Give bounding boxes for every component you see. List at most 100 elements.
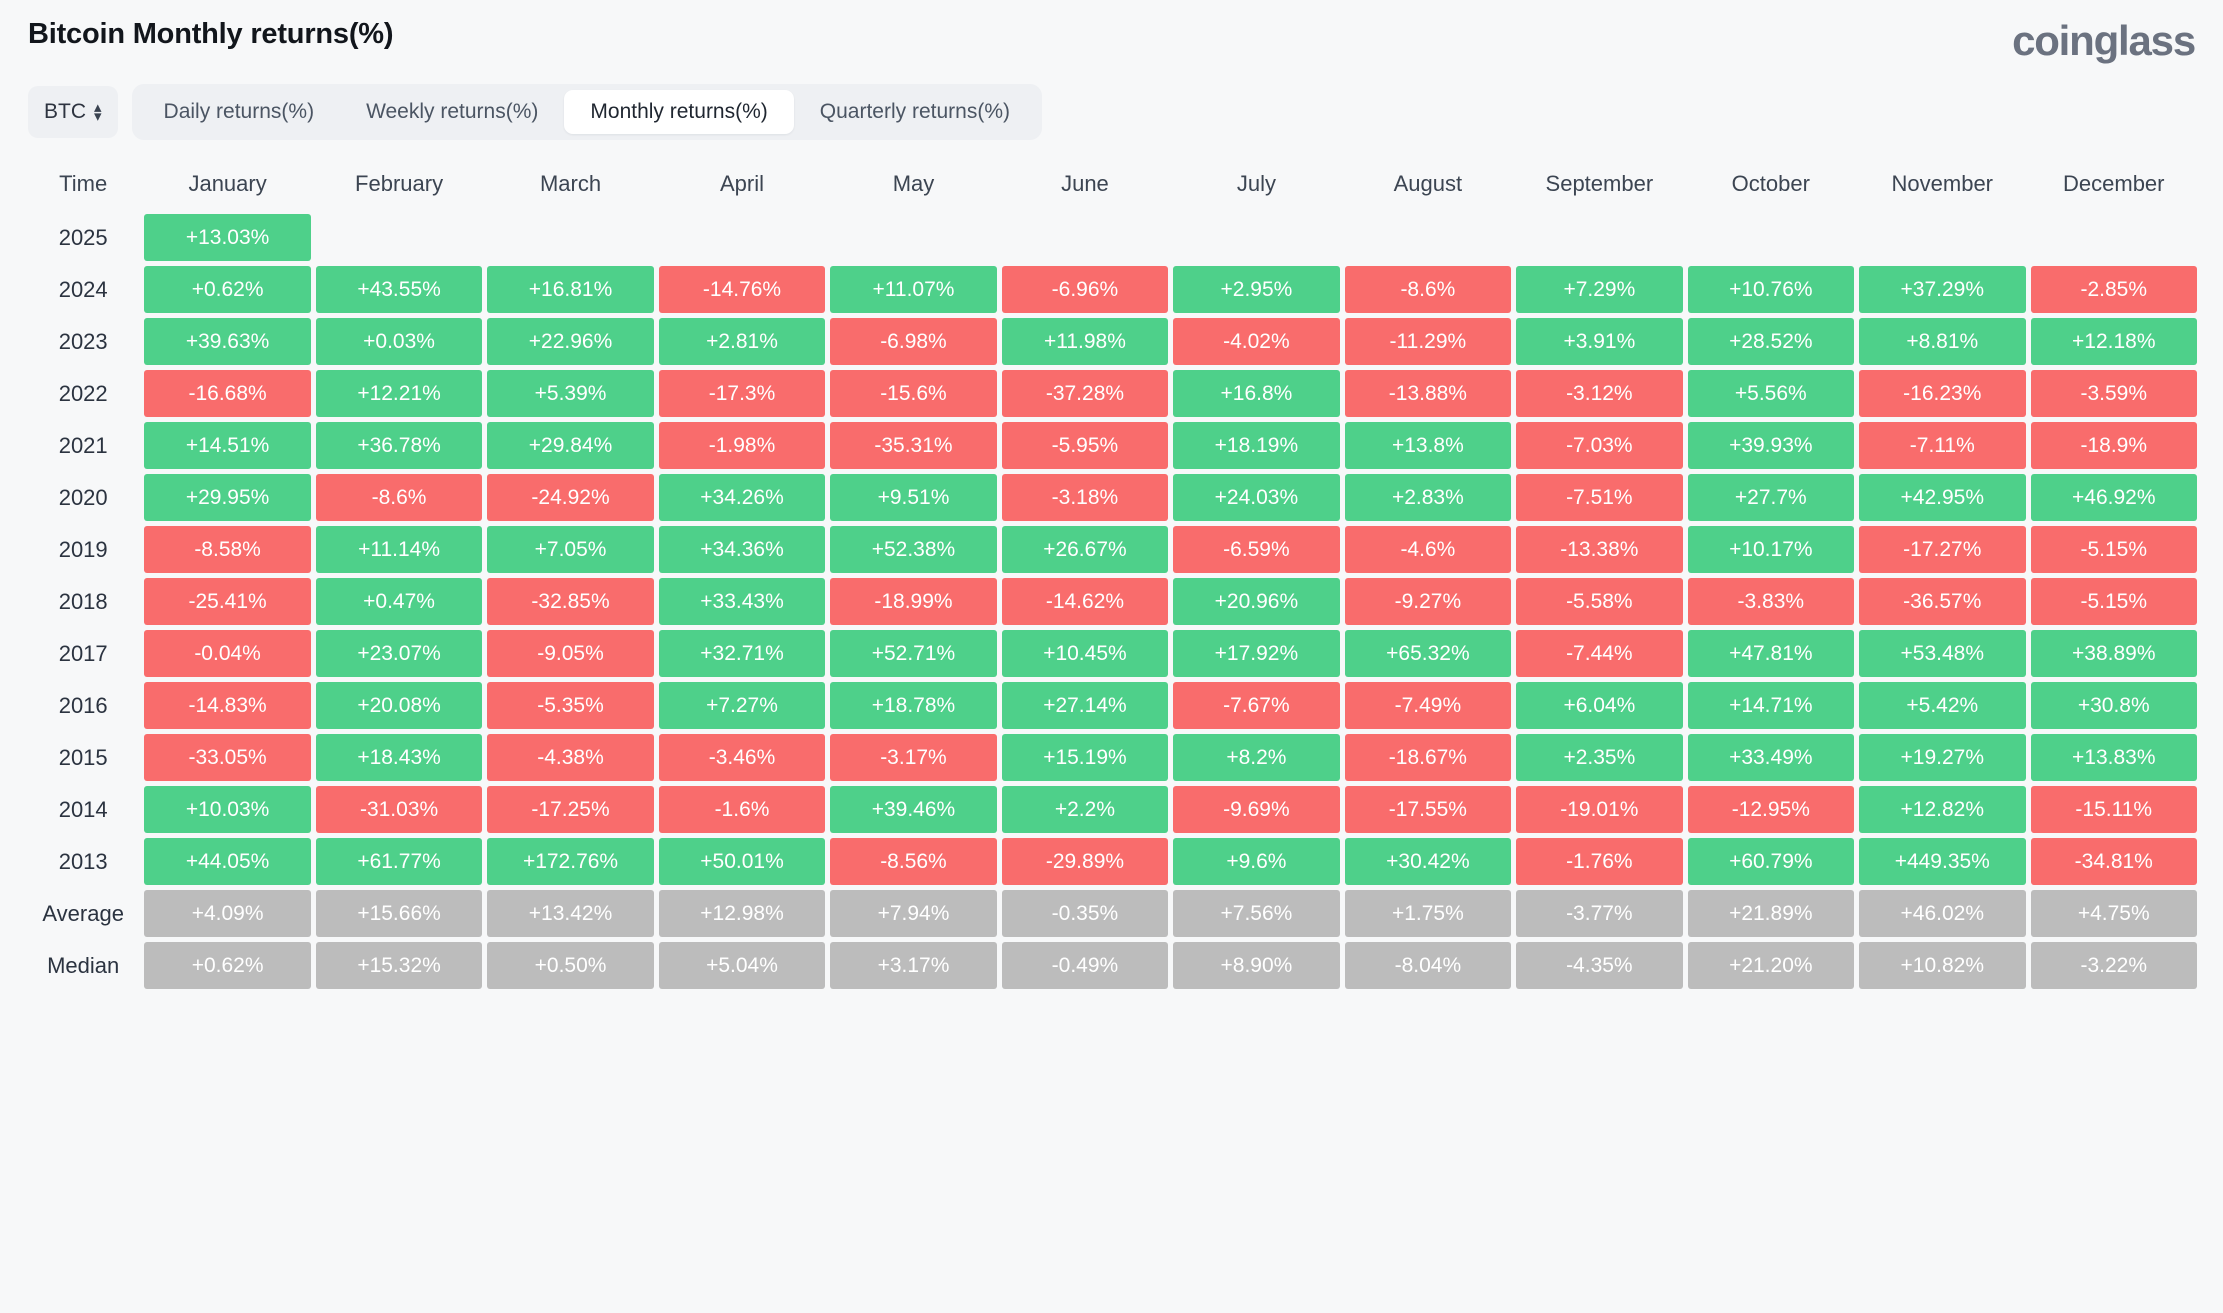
return-cell[interactable]: -8.6%: [315, 474, 483, 521]
return-cell[interactable]: +9.6%: [1173, 838, 1340, 885]
return-cell[interactable]: +1.75%: [1344, 890, 1512, 937]
return-cell[interactable]: +8.81%: [1859, 318, 2026, 365]
return-cell[interactable]: [1859, 214, 2025, 261]
return-cell[interactable]: -2.85%: [2030, 266, 2197, 313]
return-cell[interactable]: +19.27%: [1859, 734, 2026, 781]
return-cell[interactable]: +32.71%: [658, 630, 826, 677]
return-cell[interactable]: +12.21%: [315, 370, 483, 417]
return-cell[interactable]: -7.03%: [1516, 422, 1683, 469]
return-cell[interactable]: +52.71%: [830, 630, 997, 677]
return-cell[interactable]: +50.01%: [658, 838, 826, 885]
return-cell[interactable]: +26.67%: [1001, 526, 1169, 573]
return-cell[interactable]: +13.8%: [1344, 422, 1512, 469]
return-cell[interactable]: +60.79%: [1687, 838, 1855, 885]
return-cell[interactable]: +39.93%: [1687, 422, 1855, 469]
return-cell[interactable]: -18.67%: [1344, 734, 1512, 781]
return-cell[interactable]: -14.76%: [658, 266, 826, 313]
return-cell[interactable]: -8.58%: [144, 526, 311, 573]
return-cell[interactable]: +0.47%: [315, 578, 483, 625]
return-cell[interactable]: -12.95%: [1687, 786, 1855, 833]
return-cell[interactable]: +10.45%: [1001, 630, 1169, 677]
return-cell[interactable]: [1516, 214, 1682, 261]
return-cell[interactable]: +13.83%: [2030, 734, 2197, 781]
return-cell[interactable]: -5.15%: [2030, 578, 2197, 625]
return-cell[interactable]: -17.25%: [487, 786, 654, 833]
return-cell[interactable]: -16.23%: [1859, 370, 2026, 417]
tab-daily-returns[interactable]: Daily returns(%): [138, 90, 341, 134]
return-cell[interactable]: -4.35%: [1516, 942, 1683, 989]
return-cell[interactable]: +29.84%: [487, 422, 654, 469]
return-cell[interactable]: +30.42%: [1344, 838, 1512, 885]
return-cell[interactable]: +30.8%: [2030, 682, 2197, 729]
return-cell[interactable]: +2.2%: [1001, 786, 1169, 833]
return-cell[interactable]: -3.18%: [1001, 474, 1169, 521]
return-cell[interactable]: -18.99%: [830, 578, 997, 625]
return-cell[interactable]: +0.62%: [144, 942, 311, 989]
return-cell[interactable]: -35.31%: [830, 422, 997, 469]
return-cell[interactable]: +16.8%: [1173, 370, 1340, 417]
return-cell[interactable]: +11.07%: [830, 266, 997, 313]
return-cell[interactable]: +15.66%: [315, 890, 483, 937]
return-cell[interactable]: [487, 214, 653, 261]
return-cell[interactable]: -6.98%: [830, 318, 997, 365]
return-cell[interactable]: -7.51%: [1516, 474, 1683, 521]
return-cell[interactable]: -37.28%: [1001, 370, 1169, 417]
return-cell[interactable]: +46.92%: [2030, 474, 2197, 521]
return-cell[interactable]: +4.09%: [144, 890, 311, 937]
return-cell[interactable]: +18.78%: [830, 682, 997, 729]
return-cell[interactable]: -3.22%: [2030, 942, 2197, 989]
return-cell[interactable]: -0.35%: [1001, 890, 1169, 937]
return-cell[interactable]: +2.35%: [1516, 734, 1683, 781]
return-cell[interactable]: +5.39%: [487, 370, 654, 417]
return-cell[interactable]: +27.14%: [1001, 682, 1169, 729]
tab-weekly-returns[interactable]: Weekly returns(%): [340, 90, 564, 134]
return-cell[interactable]: -3.59%: [2030, 370, 2197, 417]
return-cell[interactable]: +15.19%: [1001, 734, 1169, 781]
return-cell[interactable]: -14.62%: [1001, 578, 1169, 625]
return-cell[interactable]: +33.49%: [1687, 734, 1855, 781]
return-cell[interactable]: +8.90%: [1173, 942, 1340, 989]
return-cell[interactable]: +8.2%: [1173, 734, 1340, 781]
return-cell[interactable]: +20.96%: [1173, 578, 1340, 625]
return-cell[interactable]: +38.89%: [2030, 630, 2197, 677]
return-cell[interactable]: +14.71%: [1687, 682, 1855, 729]
return-cell[interactable]: +7.27%: [658, 682, 826, 729]
return-cell[interactable]: +29.95%: [144, 474, 311, 521]
return-cell[interactable]: -7.67%: [1173, 682, 1340, 729]
return-cell[interactable]: +5.04%: [658, 942, 826, 989]
return-cell[interactable]: -25.41%: [144, 578, 311, 625]
return-cell[interactable]: [1688, 214, 1854, 261]
return-cell[interactable]: +42.95%: [1859, 474, 2026, 521]
return-cell[interactable]: -7.11%: [1859, 422, 2026, 469]
return-cell[interactable]: +3.91%: [1516, 318, 1683, 365]
return-cell[interactable]: +36.78%: [315, 422, 483, 469]
return-cell[interactable]: +10.17%: [1687, 526, 1855, 573]
return-cell[interactable]: +18.43%: [315, 734, 483, 781]
return-cell[interactable]: +7.56%: [1173, 890, 1340, 937]
return-cell[interactable]: -6.96%: [1001, 266, 1169, 313]
return-cell[interactable]: -0.04%: [144, 630, 311, 677]
return-cell[interactable]: +13.03%: [144, 214, 311, 261]
return-cell[interactable]: -17.3%: [658, 370, 826, 417]
return-cell[interactable]: +3.17%: [830, 942, 997, 989]
return-cell[interactable]: -8.04%: [1344, 942, 1512, 989]
return-cell[interactable]: -9.05%: [487, 630, 654, 677]
return-cell[interactable]: -4.6%: [1344, 526, 1512, 573]
return-cell[interactable]: +34.26%: [658, 474, 826, 521]
return-cell[interactable]: +4.75%: [2030, 890, 2197, 937]
return-cell[interactable]: +12.82%: [1859, 786, 2026, 833]
return-cell[interactable]: +2.81%: [658, 318, 826, 365]
return-cell[interactable]: +22.96%: [487, 318, 654, 365]
return-cell[interactable]: -14.83%: [144, 682, 311, 729]
return-cell[interactable]: -8.56%: [830, 838, 997, 885]
return-cell[interactable]: -8.6%: [1344, 266, 1512, 313]
return-cell[interactable]: -9.27%: [1344, 578, 1512, 625]
return-cell[interactable]: -29.89%: [1001, 838, 1169, 885]
return-cell[interactable]: +0.50%: [487, 942, 654, 989]
return-cell[interactable]: -34.81%: [2030, 838, 2197, 885]
return-cell[interactable]: -32.85%: [487, 578, 654, 625]
return-cell[interactable]: +12.18%: [2030, 318, 2197, 365]
return-cell[interactable]: +20.08%: [315, 682, 483, 729]
return-cell[interactable]: +449.35%: [1859, 838, 2026, 885]
return-cell[interactable]: [830, 214, 996, 261]
